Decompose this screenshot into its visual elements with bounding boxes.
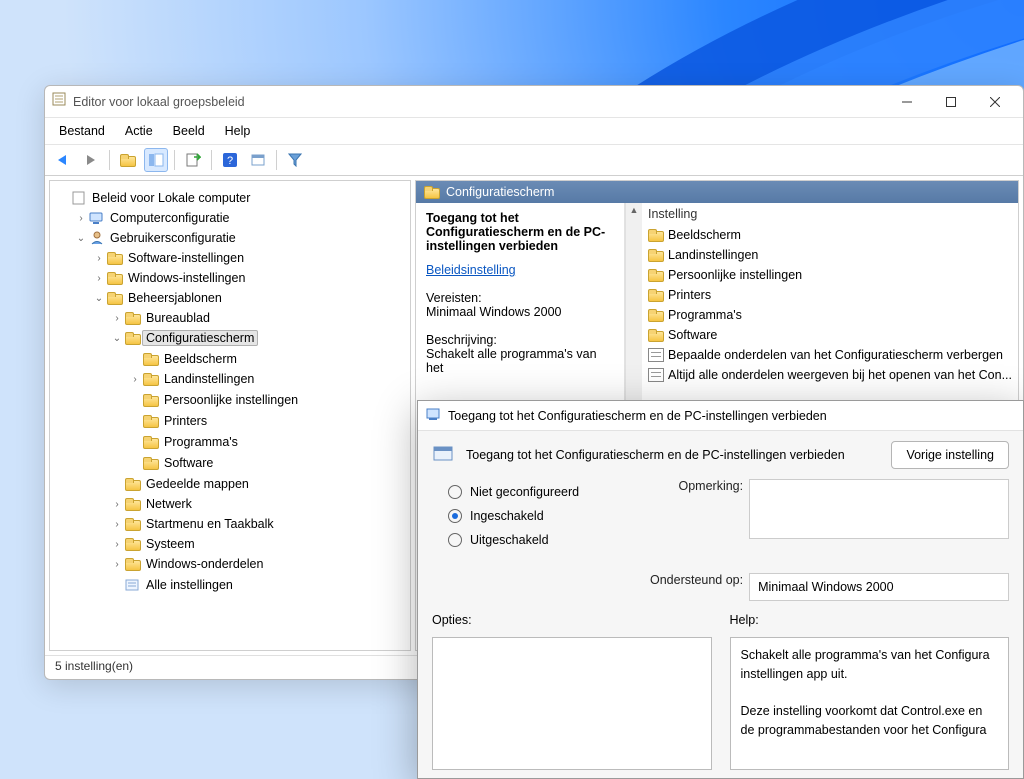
state-radio-group: Niet geconfigureerd Ingeschakeld Uitgesc… bbox=[448, 485, 579, 593]
filter-button[interactable] bbox=[283, 148, 307, 172]
list-item: Printers bbox=[648, 285, 1012, 305]
dialog-window-title: Toegang tot het Configuratiescherm en de… bbox=[448, 409, 827, 423]
policy-setting-link[interactable]: Beleidsinstelling bbox=[426, 263, 516, 277]
tree-pane[interactable]: Beleid voor Lokale computer ›Computercon… bbox=[49, 180, 411, 651]
tree-programs[interactable]: Programma's bbox=[128, 432, 242, 452]
tree-network[interactable]: ›Netwerk bbox=[110, 494, 196, 514]
menu-view[interactable]: Beeld bbox=[163, 120, 215, 142]
folder-icon bbox=[648, 289, 664, 302]
export-button[interactable] bbox=[181, 148, 205, 172]
list-item: Persoonlijke instellingen bbox=[648, 265, 1012, 285]
tree-all-settings[interactable]: Alle instellingen bbox=[110, 575, 237, 595]
column-header-setting[interactable]: Instelling bbox=[648, 207, 1012, 221]
tree-personalization[interactable]: Persoonlijke instellingen bbox=[128, 390, 302, 410]
radio-disabled[interactable]: Uitgeschakeld bbox=[448, 533, 579, 547]
options-label: Opties: bbox=[432, 613, 712, 627]
dialog-header-title: Toegang tot het Configuratiescherm en de… bbox=[466, 448, 881, 462]
folder-icon bbox=[648, 329, 664, 342]
status-text: 5 instelling(en) bbox=[55, 659, 133, 673]
content-header-title: Configuratiescherm bbox=[446, 185, 554, 199]
help-label: Help: bbox=[730, 613, 1010, 627]
list-item: Landinstellingen bbox=[648, 245, 1012, 265]
supported-label: Ondersteund op: bbox=[619, 573, 749, 587]
help-paragraph-1: Schakelt alle programma's van het Config… bbox=[741, 646, 999, 684]
tree-windows-settings[interactable]: ›Windows-instellingen bbox=[92, 268, 249, 288]
menu-help[interactable]: Help bbox=[215, 120, 261, 142]
tree-software[interactable]: Software bbox=[128, 453, 217, 473]
tree-root[interactable]: Beleid voor Lokale computer bbox=[56, 188, 254, 208]
close-button[interactable] bbox=[973, 88, 1017, 116]
policy-icon bbox=[648, 368, 664, 382]
policy-dialog: Toegang tot het Configuratiescherm en de… bbox=[417, 400, 1024, 779]
comment-label: Opmerking: bbox=[619, 479, 749, 493]
dialog-header-icon bbox=[432, 442, 456, 469]
content-header: Configuratiescherm bbox=[416, 181, 1018, 203]
tree-shared-folders[interactable]: Gedeelde mappen bbox=[110, 474, 253, 494]
tree-system[interactable]: ›Systeem bbox=[110, 534, 199, 554]
minimize-button[interactable] bbox=[885, 88, 929, 116]
tree-display[interactable]: Beeldscherm bbox=[128, 349, 241, 369]
help-box[interactable]: Schakelt alle programma's van het Config… bbox=[730, 637, 1010, 770]
tree-software-settings[interactable]: ›Software-instellingen bbox=[92, 248, 248, 268]
tree-computer-config[interactable]: ›Computerconfiguratie bbox=[74, 208, 234, 228]
show-tree-button[interactable] bbox=[144, 148, 168, 172]
svg-text:?: ? bbox=[227, 155, 233, 167]
scroll-up-icon[interactable]: ▲ bbox=[630, 205, 639, 215]
folder-icon bbox=[648, 269, 664, 282]
tree-windows-components[interactable]: ›Windows-onderdelen bbox=[110, 554, 267, 574]
up-button[interactable] bbox=[116, 148, 140, 172]
radio-enabled[interactable]: Ingeschakeld bbox=[448, 509, 579, 523]
list-item: Altijd alle onderdelen weergeven bij het… bbox=[648, 365, 1012, 385]
help-paragraph-2: Deze instelling voorkomt dat Control.exe… bbox=[741, 702, 999, 740]
list-item: Programma's bbox=[648, 305, 1012, 325]
options-box[interactable] bbox=[432, 637, 712, 770]
menu-file[interactable]: Bestand bbox=[49, 120, 115, 142]
tree-admin-templates[interactable]: ⌄Beheersjablonen bbox=[92, 288, 226, 308]
menu-action[interactable]: Actie bbox=[115, 120, 163, 142]
folder-icon bbox=[648, 249, 664, 262]
app-icon bbox=[51, 91, 67, 112]
previous-setting-button[interactable]: Vorige instelling bbox=[891, 441, 1009, 469]
maximize-button[interactable] bbox=[929, 88, 973, 116]
policy-icon bbox=[648, 348, 664, 362]
folder-icon bbox=[648, 229, 664, 242]
tree-user-config[interactable]: ⌄Gebruikersconfiguratie bbox=[74, 228, 240, 248]
description-label: Beschrijving: bbox=[426, 333, 614, 347]
list-item: Beeldscherm bbox=[648, 225, 1012, 245]
titlebar[interactable]: Editor voor lokaal groepsbeleid bbox=[45, 86, 1023, 118]
requirements-value: Minimaal Windows 2000 bbox=[426, 305, 614, 319]
properties-button[interactable] bbox=[246, 148, 270, 172]
dialog-title-icon bbox=[426, 406, 442, 425]
list-item: Bepaalde onderdelen van het Configuratie… bbox=[648, 345, 1012, 365]
requirements-label: Vereisten: bbox=[426, 291, 614, 305]
description-value: Schakelt alle programma's van het bbox=[426, 347, 614, 375]
forward-button[interactable] bbox=[79, 148, 103, 172]
tree-region[interactable]: ›Landinstellingen bbox=[128, 369, 258, 389]
tree-control-panel[interactable]: ⌄Configuratiescherm bbox=[110, 328, 258, 348]
radio-not-configured[interactable]: Niet geconfigureerd bbox=[448, 485, 579, 499]
supported-value: Minimaal Windows 2000 bbox=[749, 573, 1009, 601]
help-button[interactable]: ? bbox=[218, 148, 242, 172]
folder-icon bbox=[648, 309, 664, 322]
tree-startmenu[interactable]: ›Startmenu en Taakbalk bbox=[110, 514, 278, 534]
toolbar: ? bbox=[45, 145, 1023, 176]
dialog-titlebar[interactable]: Toegang tot het Configuratiescherm en de… bbox=[418, 401, 1023, 431]
list-item: Software bbox=[648, 325, 1012, 345]
tree-desktop[interactable]: ›Bureaublad bbox=[110, 308, 214, 328]
folder-icon bbox=[424, 186, 440, 199]
window-title: Editor voor lokaal groepsbeleid bbox=[73, 95, 885, 109]
comment-field[interactable] bbox=[749, 479, 1009, 539]
dialog-header: Toegang tot het Configuratiescherm en de… bbox=[418, 431, 1023, 479]
selected-policy-title: Toegang tot het Configuratiescherm en de… bbox=[426, 211, 605, 253]
menubar: Bestand Actie Beeld Help bbox=[45, 118, 1023, 145]
back-button[interactable] bbox=[51, 148, 75, 172]
tree-printers[interactable]: Printers bbox=[128, 411, 211, 431]
